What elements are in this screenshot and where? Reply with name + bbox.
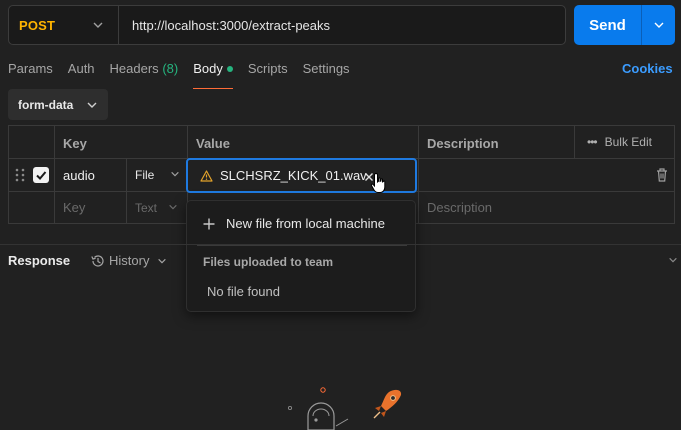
row-type-label: File: [135, 168, 155, 182]
send-options-button[interactable]: [642, 5, 675, 45]
history-icon: [91, 254, 104, 267]
tab-auth[interactable]: Auth: [68, 61, 95, 83]
chevron-down-icon: [170, 171, 179, 177]
chevron-down-icon[interactable]: [668, 255, 678, 265]
response-divider[interactable]: [0, 244, 681, 245]
file-name: SLCHSRZ_KICK_01.wav: [220, 168, 367, 183]
more-icon: •••: [587, 135, 598, 149]
row-enabled-checkbox[interactable]: [33, 167, 49, 183]
header-value: Value: [196, 136, 230, 151]
checkmark-icon: [36, 171, 47, 180]
method-select[interactable]: POST: [9, 6, 119, 44]
column-divider: [574, 126, 575, 159]
tab-params-label: Params: [8, 61, 53, 76]
tab-settings-label: Settings: [302, 61, 350, 76]
file-picker-dropdown: New file from local machine Files upload…: [186, 200, 416, 312]
trash-icon[interactable]: [655, 167, 669, 183]
chevron-down-icon: [169, 204, 178, 210]
cookies-link[interactable]: Cookies: [622, 61, 673, 76]
tab-body[interactable]: Body: [193, 61, 233, 89]
headers-count-badge: (8): [162, 61, 179, 76]
warning-icon: [200, 169, 213, 182]
tab-headers-label: Headers: [109, 61, 159, 76]
new-file-from-local-button[interactable]: New file from local machine: [203, 216, 385, 231]
chevron-down-icon: [87, 102, 97, 108]
header-key: Key: [63, 136, 87, 151]
history-label: History: [109, 253, 150, 268]
team-files-heading: Files uploaded to team: [203, 255, 334, 269]
response-title: Response: [8, 253, 71, 268]
new-file-label: New file from local machine: [226, 216, 385, 231]
new-key-input[interactable]: Key: [63, 200, 85, 215]
bulk-edit-button[interactable]: ••• Bulk Edit: [587, 135, 652, 149]
chevron-down-icon: [158, 258, 167, 263]
send-button[interactable]: Send: [574, 17, 641, 34]
dropdown-divider: [197, 245, 407, 246]
tab-headers[interactable]: Headers (8): [110, 61, 179, 83]
tab-body-label: Body: [193, 61, 223, 76]
tab-scripts[interactable]: Scripts: [248, 61, 288, 83]
tab-auth-label: Auth: [67, 61, 95, 76]
bulk-edit-label: Bulk Edit: [604, 135, 652, 149]
no-file-message: No file found: [207, 284, 280, 299]
row-type-select[interactable]: File: [135, 168, 180, 182]
send-button-group: Send: [574, 5, 675, 45]
column-divider: [418, 126, 419, 223]
chevron-down-icon: [93, 22, 103, 28]
tab-settings[interactable]: Settings: [303, 61, 350, 83]
tab-scripts-label: Scripts: [247, 61, 288, 76]
body-type-label: form-data: [18, 97, 74, 112]
column-divider: [54, 126, 55, 223]
tab-params[interactable]: Params: [8, 61, 53, 83]
row-key-input[interactable]: audio: [63, 168, 95, 183]
new-description-input[interactable]: Description: [427, 200, 492, 215]
astronaut-rocket-illustration: [287, 387, 402, 430]
drag-handle-icon[interactable]: [15, 167, 25, 183]
body-type-select[interactable]: form-data: [8, 89, 108, 120]
url-input[interactable]: http://localhost:3000/extract-peaks: [119, 18, 330, 33]
hand-cursor-icon: [370, 172, 386, 193]
request-tabs: Params Auth Headers (8) Body Scripts Set…: [8, 61, 365, 89]
new-type-label: Text: [135, 201, 158, 215]
header-description: Description: [427, 136, 499, 151]
history-button[interactable]: History: [90, 253, 171, 268]
new-type-select[interactable]: Text: [135, 201, 178, 215]
method-label: POST: [19, 17, 56, 33]
request-url-bar: POST http://localhost:3000/extract-peaks: [8, 5, 566, 45]
chevron-down-icon: [654, 22, 663, 28]
plus-icon: [203, 218, 215, 229]
body-status-dot: [226, 65, 233, 72]
